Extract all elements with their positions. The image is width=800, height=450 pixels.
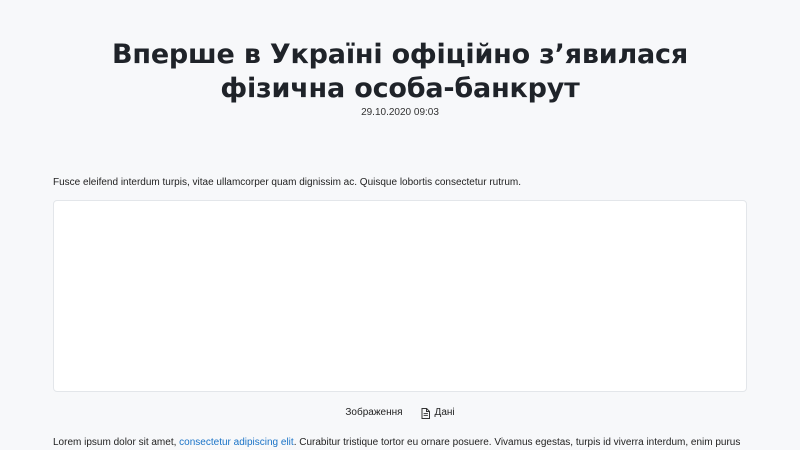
body-link[interactable]: consectetur adipiscing elit — [179, 437, 294, 448]
article-page: Вперше в Україні офіційно з’явилася фізи… — [0, 0, 800, 450]
media-frame[interactable] — [53, 200, 747, 392]
tab-image[interactable]: Зображення — [345, 406, 402, 420]
media-tabs: Зображення Дані — [0, 406, 800, 420]
article-body: Lorem ipsum dolor sit amet, consectetur … — [53, 437, 747, 449]
article-date: 29.10.2020 09:03 — [361, 107, 439, 118]
body-text-start: Lorem ipsum dolor sit amet, — [53, 437, 180, 448]
article-intro: Fusce eleifend interdum turpis, vitae ul… — [53, 177, 521, 188]
tab-data-label: Дані — [434, 407, 455, 418]
tab-image-label: Зображення — [345, 407, 403, 418]
document-icon — [421, 407, 430, 419]
article-title: Вперше в Україні офіційно з’явилася фізи… — [111, 39, 688, 104]
tab-data[interactable]: Дані — [421, 406, 455, 420]
body-text-rest: . Curabitur tristique tortor eu ornare p… — [293, 437, 741, 448]
